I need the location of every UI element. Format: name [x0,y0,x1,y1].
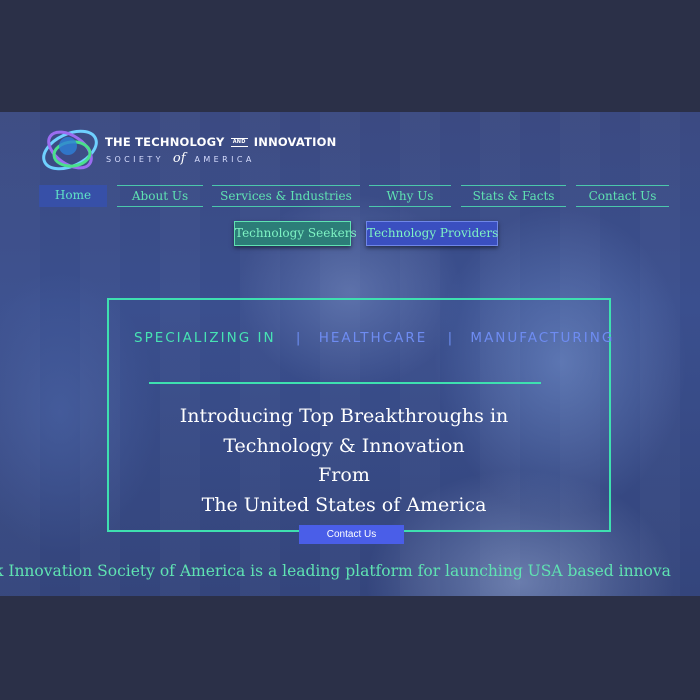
brand-sub-of: of [172,151,186,166]
specializing-healthcare: HEALTHCARE [318,330,428,346]
brand-title[interactable]: THE TECHNOLOGY AND INNOVATION [105,135,336,149]
nav-item-services-industries[interactable]: Services & Industries [212,185,360,207]
brand-title-right: INNOVATION [253,135,337,149]
hero-line-3: From [318,464,370,486]
specializing-heading: SPECIALIZING IN | HEALTHCARE | MANUFACTU… [134,330,614,346]
brand-sub-left: SOCIETY [106,155,164,164]
brand-sub-right: AMERICA [194,155,255,164]
nav-item-contact-us[interactable]: Contact Us [576,185,669,207]
hero-divider [149,382,541,384]
specializing-separator: | [295,330,303,346]
nav-item-stats-facts[interactable]: Stats & Facts [461,185,566,207]
nav-item-about-us[interactable]: About Us [117,185,203,207]
specializing-separator-2: | [447,330,455,346]
brand-subtitle: SOCIETY of AMERICA [106,151,255,166]
technology-seekers-button[interactable]: Technology Seekers [234,221,357,246]
contact-us-button[interactable]: Contact Us [299,525,404,544]
brand-title-and: AND [230,138,248,147]
specializing-manufacturing: MANUFACTURING [470,330,615,346]
marquee-ticker: k Innovation Society of America is a lea… [0,562,671,580]
page-bottom-area [0,596,700,700]
hero-line-4: The United States of America [201,493,487,516]
brand-title-left: THE TECHNOLOGY [105,135,225,149]
specializing-label: SPECIALIZING IN [134,330,276,346]
hero-headline: Introducing Top Breakthroughs in Technol… [107,402,581,520]
main-nav: Home About Us Services & Industries Why … [0,185,700,207]
nav-item-why-us[interactable]: Why Us [369,185,451,207]
nav-item-home[interactable]: Home [39,185,107,207]
technology-providers-button[interactable]: Technology Providers [366,221,498,246]
hero-line-2: Technology & Innovation [223,434,465,457]
hero-line-1: Introducing Top Breakthroughs in [179,405,509,427]
